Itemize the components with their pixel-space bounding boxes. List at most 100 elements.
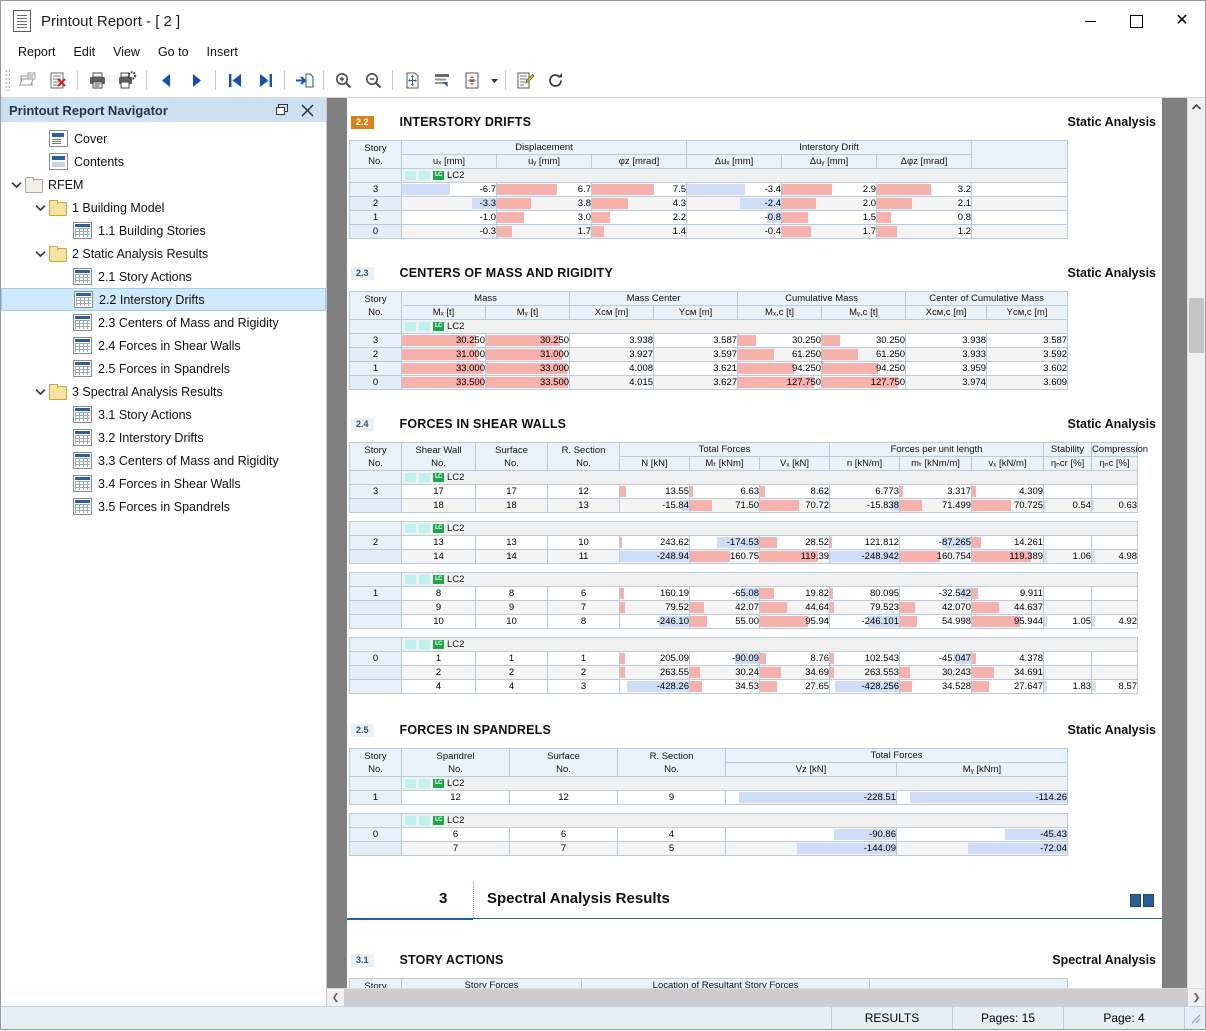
story-cell xyxy=(350,522,402,536)
tree-item-2-3-centers-of-mass-and-rigidity[interactable]: 2.3 Centers of Mass and Rigidity xyxy=(1,311,326,334)
tree-item-cover[interactable]: Cover xyxy=(1,127,326,150)
scroll-right-arrow[interactable]: ❯ xyxy=(1188,992,1205,1003)
horizontal-scroll-trough[interactable] xyxy=(344,989,1188,1006)
tree-item-2-1-story-actions[interactable]: 2.1 Story Actions xyxy=(1,265,326,288)
chapter-divider: 3Spectral Analysis Results xyxy=(347,882,1162,928)
value-cell-with-bar: 27.65 xyxy=(760,680,830,694)
chevron-down-icon[interactable] xyxy=(31,388,49,396)
resize-grip[interactable] xyxy=(1184,1005,1205,1031)
tree-item-label: 2 Static Analysis Results xyxy=(72,247,208,261)
value-cell-with-bar: -45.43 xyxy=(897,828,1068,842)
tree-item-contents[interactable]: Contents xyxy=(1,150,326,173)
id-cell: 13 xyxy=(402,536,476,550)
minimize-button[interactable] xyxy=(1067,1,1113,41)
column-group-header: SurfaceNo. xyxy=(476,443,548,471)
value-cell-with-bar: -15.84 xyxy=(620,499,690,513)
first-page-icon[interactable] xyxy=(220,66,250,94)
cell-value: -15.84 xyxy=(662,500,689,511)
scroll-up-arrow[interactable] xyxy=(1188,98,1205,115)
navigator-tree[interactable]: CoverContentsRFEM1 Building Model1.1 Bui… xyxy=(1,122,326,1006)
table-row: 133.00033.0004.0083.62194.25094.2503.959… xyxy=(350,362,1068,376)
value-cell-with-bar: 71.50 xyxy=(690,499,760,513)
tree-item-2-static-analysis-results[interactable]: 2 Static Analysis Results xyxy=(1,242,326,265)
value-cell: 6.773 xyxy=(830,485,900,499)
print-setup-icon[interactable] xyxy=(112,66,142,94)
menu-insert[interactable]: Insert xyxy=(198,43,247,61)
table-icon xyxy=(73,406,98,423)
value-cell-with-bar: 6.7 xyxy=(497,183,592,197)
zoom-in-icon[interactable] xyxy=(328,66,358,94)
cell-value: -1.0 xyxy=(480,212,496,223)
column-header: Xᴄᴍ [m] xyxy=(570,306,654,320)
chevron-down-icon[interactable] xyxy=(31,204,49,212)
column-header: uₓ [mm] xyxy=(402,155,497,169)
tree-item-3-1-story-actions[interactable]: 3.1 Story Actions xyxy=(1,403,326,426)
model-icon xyxy=(25,177,48,192)
open-report-icon[interactable] xyxy=(13,66,43,94)
tree-item-1-building-model[interactable]: 1 Building Model xyxy=(1,196,326,219)
menu-edit[interactable]: Edit xyxy=(65,43,105,61)
undock-icon[interactable] xyxy=(276,104,289,116)
tree-item-1-1-building-stories[interactable]: 1.1 Building Stories xyxy=(1,219,326,242)
tree-item-2-2-interstory-drifts[interactable]: 2.2 Interstory Drifts xyxy=(1,288,326,311)
cell-value: 263.553 xyxy=(865,667,899,678)
window-controls: ✕ xyxy=(1067,1,1205,41)
close-icon[interactable] xyxy=(301,104,314,117)
tree-item-2-4-forces-in-shear-walls[interactable]: 2.4 Forces in Shear Walls xyxy=(1,334,326,357)
column-group-header: SpandrelNo. xyxy=(402,749,510,777)
close-button[interactable]: ✕ xyxy=(1159,1,1205,41)
table-row: 330.25030.2503.9383.58730.25030.2503.938… xyxy=(350,334,1068,348)
tree-item-3-spectral-analysis-results[interactable]: 3 Spectral Analysis Results xyxy=(1,380,326,403)
vertical-scrollbar[interactable] xyxy=(1187,98,1205,988)
tree-item-3-2-interstory-drifts[interactable]: 3.2 Interstory Drifts xyxy=(1,426,326,449)
menu-view[interactable]: View xyxy=(104,43,149,61)
horizontal-scroll-thumb[interactable] xyxy=(344,989,1188,1006)
section-header: 3.1STORY ACTIONSSpectral Analysis xyxy=(349,948,1160,972)
fit-page-icon[interactable] xyxy=(397,66,427,94)
print-icon[interactable] xyxy=(82,66,112,94)
cell-value: 3.0 xyxy=(578,212,591,223)
delete-report-icon[interactable] xyxy=(43,66,73,94)
section-title: FORCES IN SPANDRELS xyxy=(400,723,552,737)
tree-item-rfem[interactable]: RFEM xyxy=(1,173,326,196)
table-icon xyxy=(73,429,98,446)
column-header: Mᵧ [kNm] xyxy=(897,763,1068,777)
toolbar-separator xyxy=(323,70,324,90)
status-pages: Pages: 15 xyxy=(952,1007,1063,1029)
menu-report[interactable]: Report xyxy=(9,43,65,61)
cell-value: 34.69 xyxy=(805,667,829,678)
tree-item-3-5-forces-in-spandrels[interactable]: 3.5 Forces in Spandrels xyxy=(1,495,326,518)
tree-item-3-4-forces-in-shear-walls[interactable]: 3.4 Forces in Shear Walls xyxy=(1,472,326,495)
menu-goto[interactable]: Go to xyxy=(149,43,198,61)
value-cell-with-bar: 30.250 xyxy=(738,334,822,348)
edit-report-icon[interactable] xyxy=(510,66,540,94)
page-setup-dropdown-icon[interactable] xyxy=(487,66,501,94)
value-cell-with-bar: -428.26 xyxy=(620,680,690,694)
id-cell: 18 xyxy=(476,499,548,513)
previous-page-icon[interactable] xyxy=(151,66,181,94)
story-cell xyxy=(350,499,402,513)
tree-item-2-5-forces-in-spandrels[interactable]: 2.5 Forces in Spandrels xyxy=(1,357,326,380)
zoom-out-icon[interactable] xyxy=(358,66,388,94)
refresh-icon[interactable] xyxy=(540,66,570,94)
horizontal-scrollbar[interactable]: ❮ ❯ xyxy=(327,988,1205,1006)
cell-value: 4.378 xyxy=(1019,653,1043,664)
column-group-header: StoryNo. xyxy=(350,979,402,989)
fit-width-icon[interactable] xyxy=(427,66,457,94)
last-page-icon[interactable] xyxy=(250,66,280,94)
tree-item-3-3-centers-of-mass-and-rigidity[interactable]: 3.3 Centers of Mass and Rigidity xyxy=(1,449,326,472)
chevron-down-icon[interactable] xyxy=(7,181,25,189)
goto-page-icon[interactable] xyxy=(289,66,319,94)
toolbar-grip[interactable] xyxy=(5,69,10,91)
vertical-scroll-thumb[interactable] xyxy=(1189,298,1204,353)
spectral-story-actions-table: StoryNo.Story ForcesLocation of Resultan… xyxy=(349,978,1068,988)
story-cell: 1 xyxy=(350,791,402,805)
scroll-left-arrow[interactable]: ❮ xyxy=(327,992,344,1003)
page-setup-icon[interactable] xyxy=(457,66,487,94)
cell-value: -15.838 xyxy=(867,500,899,511)
maximize-button[interactable] xyxy=(1113,1,1159,41)
section-header: 2.3CENTERS OF MASS AND RIGIDITYStatic An… xyxy=(349,261,1160,285)
chevron-down-icon[interactable] xyxy=(31,250,49,258)
next-page-icon[interactable] xyxy=(181,66,211,94)
column-group-header: StoryNo. xyxy=(350,292,402,320)
